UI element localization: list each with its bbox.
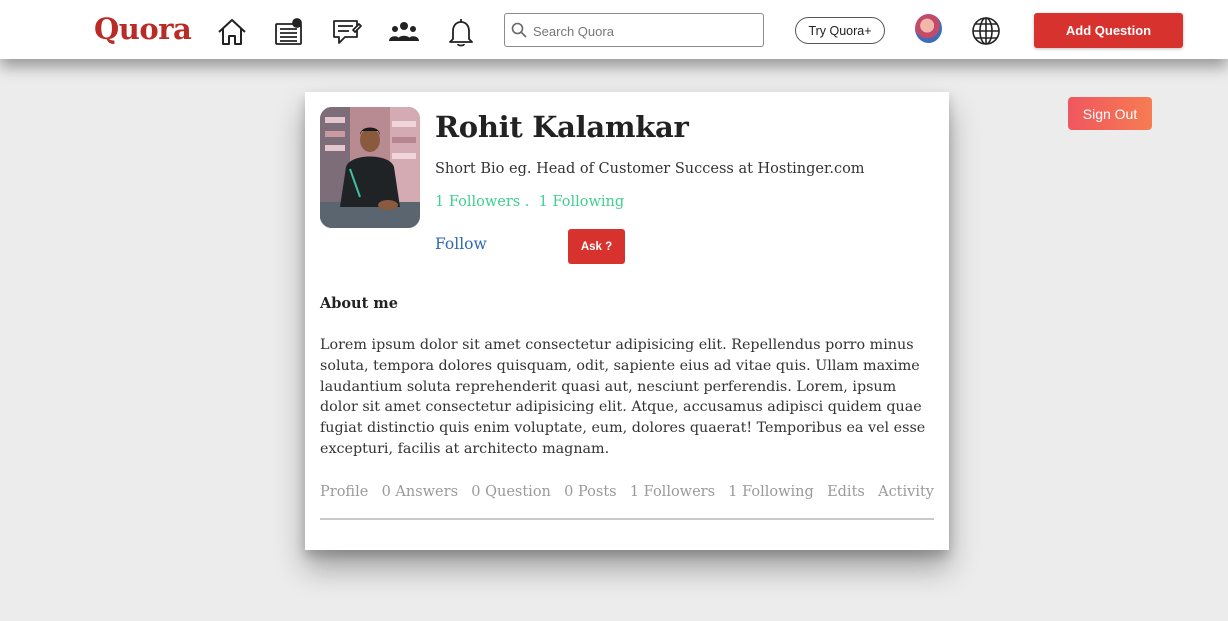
tab-answers[interactable]: 0 Answers xyxy=(382,484,458,500)
notifications-icon[interactable] xyxy=(445,17,477,47)
profile-card: Rohit Kalamkar Short Bio eg. Head of Cus… xyxy=(305,92,949,550)
search-input[interactable] xyxy=(531,20,763,42)
followers-link[interactable]: 1 Followers xyxy=(435,194,520,210)
add-question-button[interactable]: Add Question xyxy=(1034,13,1183,48)
profile-tabs: Profile 0 Answers 0 Question 0 Posts 1 F… xyxy=(320,484,934,500)
about-heading: About me xyxy=(320,295,398,312)
globe-icon[interactable] xyxy=(971,16,1001,46)
profile-bio: Short Bio eg. Head of Customer Success a… xyxy=(435,161,865,177)
search-box[interactable] xyxy=(504,13,764,47)
tab-following[interactable]: 1 Following xyxy=(728,484,814,500)
profile-photo xyxy=(320,107,420,228)
follow-stats: 1 Followers . 1 Following xyxy=(435,194,624,210)
search-icon xyxy=(511,22,527,38)
quora-logo[interactable]: Quora xyxy=(94,12,192,46)
answer-icon[interactable] xyxy=(331,17,363,47)
try-quora-plus-button[interactable]: Try Quora+ xyxy=(795,17,885,44)
tab-edits[interactable]: Edits xyxy=(827,484,865,500)
sign-out-button[interactable]: Sign Out xyxy=(1068,97,1152,130)
top-header: Quora Search Quora Try Quora+ Add Questi… xyxy=(0,0,1228,59)
follow-link[interactable]: Follow xyxy=(435,235,487,253)
news-icon[interactable] xyxy=(273,17,305,47)
home-icon[interactable] xyxy=(216,17,248,47)
user-avatar[interactable] xyxy=(915,14,942,43)
tab-activity[interactable]: Activity xyxy=(878,484,934,500)
tab-profile[interactable]: Profile xyxy=(320,484,368,500)
tab-questions[interactable]: 0 Question xyxy=(471,484,551,500)
about-text: Lorem ipsum dolor sit amet consectetur a… xyxy=(320,337,926,457)
stats-separator: . xyxy=(520,194,539,210)
profile-name: Rohit Kalamkar xyxy=(435,110,689,144)
tab-followers[interactable]: 1 Followers xyxy=(630,484,715,500)
following-link[interactable]: 1 Following xyxy=(539,194,625,210)
ask-button[interactable]: Ask ? xyxy=(568,229,625,264)
tab-posts[interactable]: 0 Posts xyxy=(564,484,616,500)
spaces-icon[interactable] xyxy=(388,17,420,47)
tabs-divider xyxy=(320,518,934,520)
